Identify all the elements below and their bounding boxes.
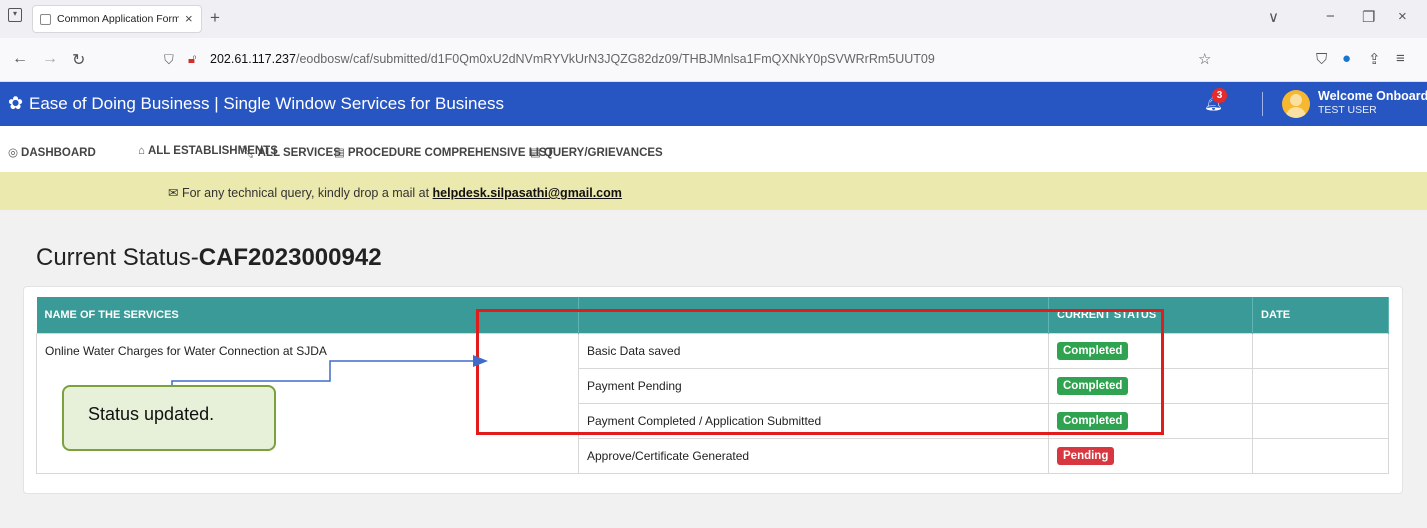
- header-divider: [1262, 92, 1263, 116]
- tab-list-icon[interactable]: ▾: [8, 8, 22, 22]
- minimize-button[interactable]: −: [1326, 8, 1335, 25]
- browser-toolbar: ← → ↻ ⛉ 🔓︎ 202.61.117.237/eodbosw/caf/su…: [0, 38, 1427, 82]
- account-icon[interactable]: ●: [1342, 50, 1351, 67]
- status-badge: Pending: [1057, 446, 1115, 465]
- url-path: /eodbosw/caf/submitted/d1F0Qm0xU2dNVmRYV…: [295, 52, 935, 66]
- welcome-text: Welcome Onboard: [1318, 89, 1427, 103]
- forward-icon[interactable]: →: [42, 50, 58, 68]
- highlight-box: [476, 309, 1164, 435]
- pocket-icon[interactable]: ⛉: [1316, 51, 1327, 68]
- menu-procedure-label: PROCEDURE COMPREHENSIVE LIST: [347, 147, 554, 159]
- reload-icon[interactable]: ↻: [72, 50, 85, 70]
- close-window-button[interactable]: ×: [1398, 8, 1407, 25]
- building-icon: ⌂: [138, 145, 145, 157]
- caf-id: CAF2023000942: [198, 244, 382, 271]
- restore-button[interactable]: ❐: [1362, 8, 1375, 26]
- tab-overflow-icon[interactable]: ∨: [1268, 8, 1279, 26]
- menu-query-label: QUERY/GRIEVANCES: [543, 147, 663, 159]
- menu-query-grievances[interactable]: ▤ QUERY/GRIEVANCES: [530, 145, 663, 159]
- date-cell: [1252, 367, 1389, 404]
- menu-services-label: ALL SERVICES: [257, 147, 341, 159]
- url-host: 202.61.117.237: [210, 52, 296, 66]
- avatar-head: [1290, 94, 1302, 106]
- notice-text: ✉ For any technical query, kindly drop a…: [168, 185, 622, 200]
- menu-dashboard[interactable]: ◎ DASHBOARD: [8, 145, 96, 159]
- dashboard-icon: ◎: [8, 147, 19, 159]
- date-cell: [1252, 402, 1389, 439]
- page-title: Current Status-CAF2023000942: [36, 244, 382, 272]
- tracking-shield-icon[interactable]: ⛉: [164, 52, 174, 68]
- notice-message: For any technical query, kindly drop a m…: [181, 186, 433, 200]
- url-text[interactable]: 202.61.117.237/eodbosw/caf/submitted/d1F…: [210, 52, 935, 66]
- user-menu-toggle[interactable]: Welcome Onboard▾: [1318, 88, 1427, 103]
- status-cell: Pending: [1048, 437, 1253, 474]
- bookmark-star-icon[interactable]: ☆: [1198, 50, 1211, 68]
- main-menu: ◎ DASHBOARD ⌂ ALL ESTABLISHMENTS 🔧︎ ALL SER…: [0, 126, 1427, 172]
- mail-icon: ✉: [168, 186, 182, 200]
- menu-icon[interactable]: ≡: [1396, 50, 1405, 67]
- date-cell: [1252, 332, 1389, 369]
- browser-tab[interactable]: Common Application Form Preview ×: [32, 5, 202, 33]
- user-name: TEST USER: [1318, 104, 1377, 116]
- menu-dashboard-label: DASHBOARD: [21, 147, 96, 159]
- close-tab-icon[interactable]: ×: [185, 11, 193, 26]
- title-prefix: Current Status-: [36, 244, 199, 271]
- logo-icon: ✿: [8, 93, 24, 113]
- notification-badge[interactable]: 3: [1212, 88, 1227, 103]
- avatar[interactable]: [1282, 90, 1310, 118]
- wrench-icon: 🔧︎: [240, 147, 255, 159]
- helpdesk-email-link[interactable]: helpdesk.silpasathi@gmail.com: [433, 186, 622, 200]
- list-icon: ▤: [334, 147, 345, 159]
- avatar-body: [1286, 107, 1306, 118]
- url-bar[interactable]: ⛉ 🔓︎ 202.61.117.237/eodbosw/caf/submitte…: [152, 46, 1222, 74]
- tab-title: Common Application Form Preview: [57, 13, 179, 25]
- app-title[interactable]: Ease of Doing Business | Single Window S…: [29, 94, 504, 114]
- list-icon: ▤: [530, 147, 541, 159]
- new-tab-button[interactable]: +: [210, 8, 220, 28]
- app-header: ✿ Ease of Doing Business | Single Window…: [0, 82, 1427, 126]
- col-header-date: DATE: [1252, 297, 1389, 333]
- menu-procedure-list[interactable]: ▤ PROCEDURE COMPREHENSIVE LIST: [334, 145, 554, 159]
- page-favicon-icon: [40, 14, 51, 25]
- back-icon[interactable]: ←: [12, 50, 28, 68]
- browser-tab-bar: ▾ Common Application Form Preview × + ∨ …: [0, 0, 1427, 38]
- date-cell: [1252, 437, 1389, 474]
- insecure-lock-icon[interactable]: 🔓︎: [188, 51, 196, 67]
- step-label: Approve/Certificate Generated: [578, 437, 1049, 474]
- notice-bar: ✉ For any technical query, kindly drop a…: [0, 172, 1427, 210]
- callout-text: Status updated.: [88, 404, 215, 424]
- share-icon[interactable]: ⇪: [1368, 50, 1381, 68]
- callout-box: Status updated.: [62, 385, 276, 451]
- menu-all-services[interactable]: 🔧︎ ALL SERVICES: [240, 145, 341, 159]
